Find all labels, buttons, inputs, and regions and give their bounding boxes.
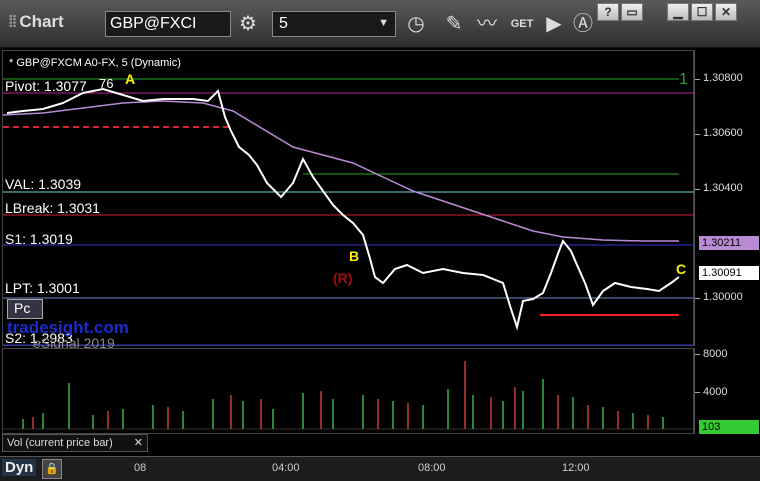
- price-axis-label-2: 1.30600: [703, 127, 743, 139]
- drag-grip-icon[interactable]: ⁞⁞: [8, 12, 17, 31]
- volume-caption-label: Vol (current price bar): [7, 437, 113, 449]
- symbol-input[interactable]: GBP@FXCI: [105, 11, 231, 37]
- app-title-label: Chart: [19, 12, 64, 31]
- volume-bars-red: [32, 361, 649, 429]
- alert-a-icon[interactable]: Ⓐ: [569, 10, 597, 38]
- price-axis-label-1: 1.30800: [703, 72, 743, 84]
- link-button[interactable]: ▭: [621, 3, 643, 21]
- volume-caption[interactable]: Vol (current price bar) ✕: [2, 434, 148, 452]
- volume-svg: [3, 361, 695, 430]
- volume-axis-label-2: 4000: [703, 386, 728, 398]
- price-axis-label-3: 1.30400: [703, 182, 743, 194]
- get-data-button[interactable]: GET: [508, 10, 536, 38]
- annotation-c: C: [676, 261, 687, 277]
- last-price-flag: 1.30091: [699, 266, 759, 280]
- lock-icon[interactable]: 🔒: [42, 459, 62, 479]
- study-line-icon[interactable]: 〰: [473, 10, 501, 38]
- clock-icon[interactable]: ◷: [402, 10, 430, 38]
- pc-badge[interactable]: Pc: [7, 299, 43, 319]
- volume-axis[interactable]: 8000 4000 103: [694, 348, 760, 434]
- pivot-label: Pivot: 1.3077: [5, 78, 87, 94]
- volume-axis-label-1: 8000: [703, 348, 728, 360]
- settings-gear-icon[interactable]: ⚙: [234, 10, 262, 38]
- annotation-b: B: [349, 248, 360, 264]
- interval-select[interactable]: 5 ▼: [272, 11, 396, 37]
- volume-pane[interactable]: [2, 348, 695, 434]
- annotation-right-one: 1: [679, 71, 688, 88]
- time-axis[interactable]: Dyn 🔒 08 04:00 08:00 12:00: [0, 456, 760, 481]
- interval-value: 5: [279, 15, 288, 32]
- price-chart-svg: [3, 78, 695, 346]
- price-chart-pane[interactable]: * GBP@FXCM A0-FX, 5 (Dynamic) Pivot: 1.3…: [2, 50, 695, 351]
- dynamic-mode-button[interactable]: Dyn: [2, 459, 37, 476]
- help-button[interactable]: ?: [597, 3, 619, 21]
- time-label-4: 12:00: [562, 462, 590, 474]
- lpt-label: LPT: 1.3001: [5, 280, 80, 296]
- price-path-line: [6, 87, 680, 331]
- time-label-1: 08: [134, 462, 147, 474]
- price-tick: [695, 134, 700, 135]
- val-label: VAL: 1.3039: [5, 176, 82, 192]
- volume-tick: [695, 392, 700, 393]
- annotation-r: (R): [333, 270, 353, 286]
- pencil-draw-icon[interactable]: ✎: [440, 10, 468, 38]
- s1-label: S1: 1.3019: [5, 231, 73, 247]
- price-tick: [695, 189, 700, 190]
- window-title: ⁞⁞ Chart: [8, 12, 64, 32]
- moving-average-line: [3, 100, 679, 242]
- volume-bars: [22, 379, 664, 429]
- play-icon[interactable]: ▶: [540, 10, 568, 38]
- annotation-a: A: [125, 71, 136, 87]
- time-label-3: 08:00: [418, 462, 446, 474]
- minimize-button[interactable]: ▁: [667, 3, 689, 21]
- chevron-down-icon: ▼: [378, 17, 389, 29]
- price-tick: [695, 298, 700, 299]
- close-icon[interactable]: ✕: [134, 436, 143, 449]
- pivot-suffix-label: 76: [99, 76, 114, 91]
- chart-toolbar: ⁞⁞ Chart GBP@FXCI ⚙ 5 ▼ ◷ ✎ 〰 GET ▶ Ⓐ ? ▭…: [0, 0, 760, 48]
- price-axis[interactable]: 1.30800 1.30600 1.30400 1.30211 1.30091 …: [694, 50, 760, 346]
- price-tick: [695, 79, 700, 80]
- price-axis-label-4: 1.30000: [703, 291, 743, 303]
- chart-header-label: * GBP@FXCM A0-FX, 5 (Dynamic): [9, 57, 181, 69]
- lbreak-label: LBreak: 1.3031: [5, 200, 100, 216]
- volume-tick: [695, 354, 700, 355]
- maximize-button[interactable]: ☐: [691, 3, 713, 21]
- ma-price-flag: 1.30211: [699, 236, 759, 250]
- time-label-2: 04:00: [272, 462, 300, 474]
- close-button[interactable]: ✕: [715, 3, 737, 21]
- volume-flag: 103: [699, 420, 759, 434]
